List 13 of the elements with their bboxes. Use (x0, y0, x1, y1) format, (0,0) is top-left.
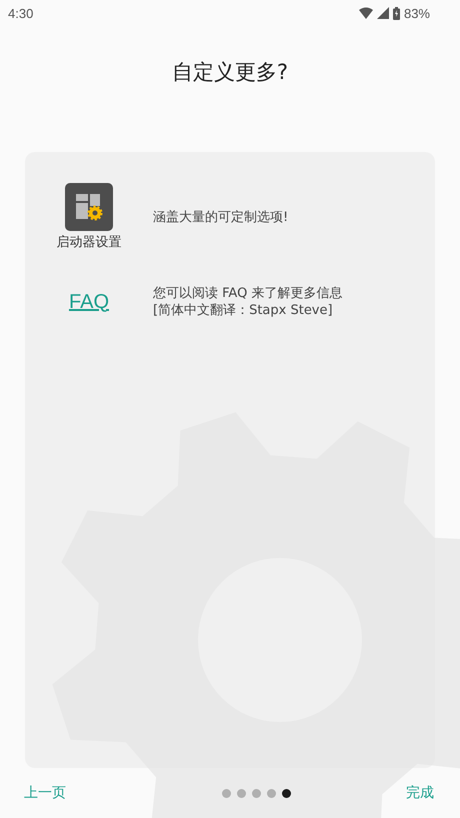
wifi-icon (358, 7, 373, 19)
description-text: 您可以阅读 FAQ 来了解更多信息 [简体中文翻译：Stapx Steve] (153, 285, 342, 319)
battery-icon (392, 6, 400, 20)
app-label: 启动器设置 (56, 234, 122, 251)
battery-percent: 83% (404, 6, 430, 20)
page-title: 自定义更多? (170, 59, 290, 86)
description-text: 涵盖大量的可定制选项! (153, 208, 288, 226)
status-time: 4:30 (8, 6, 34, 20)
done-button[interactable]: 完成 (398, 780, 442, 806)
launcher-settings-icon (65, 183, 113, 231)
previous-button[interactable]: 上一页 (16, 780, 74, 806)
signal-icon (376, 7, 389, 19)
faq-link[interactable]: FAQ (68, 290, 109, 314)
